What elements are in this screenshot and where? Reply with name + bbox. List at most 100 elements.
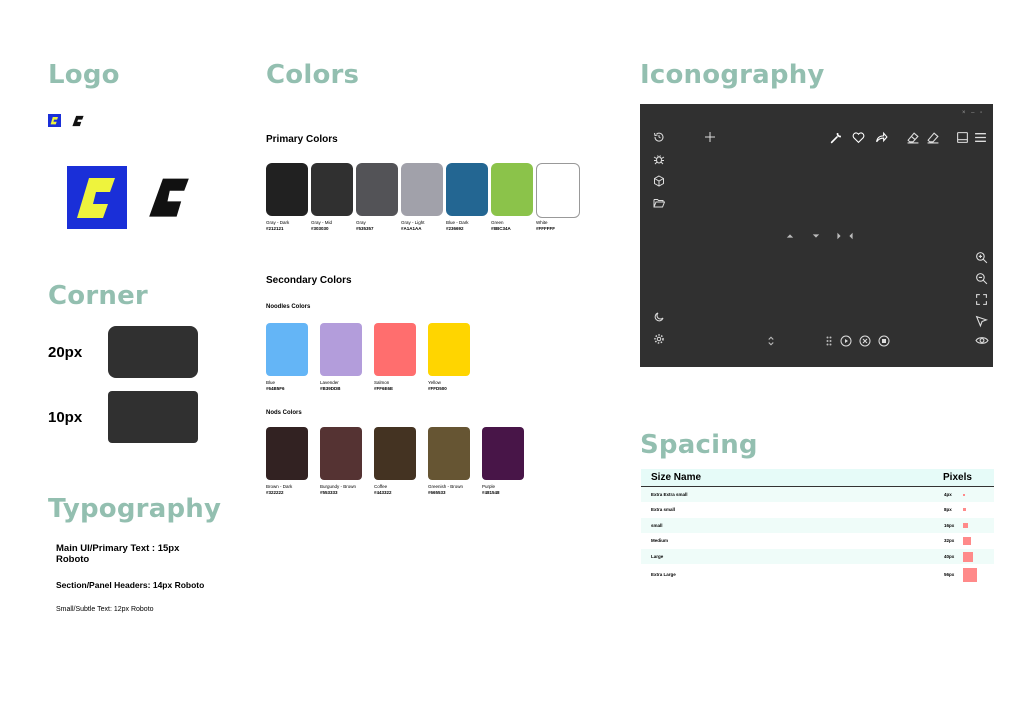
spacing-sample (963, 494, 965, 496)
logo-small-mono-icon (72, 115, 84, 127)
logo-large-mono-icon (149, 178, 189, 217)
spacing-table-header: Size Name Pixels (641, 469, 994, 487)
table-row: small 16px (641, 518, 994, 533)
eraser-alt-icon[interactable] (926, 131, 940, 144)
wrench-icon[interactable] (830, 131, 843, 144)
spacing-pixels: 8px (944, 507, 952, 512)
spacing-pixels: 32px (944, 538, 955, 543)
color-swatch (374, 427, 416, 480)
caret-left-icon[interactable] (847, 232, 855, 240)
table-row: Extra Large 56px (641, 565, 994, 585)
spacing-heading: Spacing (640, 430, 758, 460)
zoom-out-icon[interactable] (975, 272, 988, 285)
spacing-sample (963, 508, 966, 511)
color-hex: #665533 (428, 490, 446, 495)
iconography-panel: × – ▫ (640, 104, 993, 367)
logo-mark-large-icon (77, 178, 115, 218)
caret-right-icon[interactable] (835, 232, 843, 240)
color-swatch (320, 427, 362, 480)
gear-icon[interactable] (653, 333, 665, 345)
spacing-sample (963, 568, 977, 582)
color-swatch (482, 427, 524, 480)
color-hex: #B39DDB (320, 386, 341, 391)
color-swatch (266, 163, 308, 216)
share-icon[interactable] (875, 131, 888, 144)
spacing-size-name: Large (651, 554, 664, 559)
spacing-size-name: small (651, 523, 663, 528)
logo-large-color (67, 166, 127, 229)
chevron-updown-icon[interactable] (767, 335, 775, 347)
typography-small: Small/Subtle Text: 12px Roboto (56, 606, 154, 613)
color-hex: #481548 (482, 490, 500, 495)
typography-section: Section/Panel Headers: 14px Roboto (56, 580, 205, 590)
color-swatch (491, 163, 533, 216)
eraser-icon[interactable] (906, 131, 920, 144)
moon-icon[interactable] (653, 311, 665, 323)
caret-down-icon[interactable] (812, 232, 820, 240)
drag-handle-icon[interactable] (826, 336, 832, 346)
spacing-pixels: 40px (944, 554, 955, 559)
cube-icon[interactable] (653, 175, 665, 187)
color-swatch (266, 323, 308, 376)
bug-icon[interactable] (653, 153, 665, 165)
menu-icon[interactable] (974, 131, 987, 144)
play-icon[interactable] (840, 335, 852, 347)
corner-10-label: 10px (48, 409, 83, 426)
spacing-sample (963, 552, 973, 562)
noodles-colors-title: Noodles Colors (266, 304, 311, 310)
color-hex: #535357 (356, 226, 374, 231)
table-row: Extra Extra small 4px (641, 487, 994, 502)
col-pixels: Pixels (943, 472, 972, 483)
window-controls[interactable]: × – ▫ (962, 110, 984, 116)
spacing-size-name: Medium (651, 538, 669, 543)
color-hex: #303030 (311, 226, 329, 231)
heart-icon[interactable] (852, 131, 865, 144)
spacing-size-name: Extra Extra small (651, 492, 688, 497)
color-hex: #212121 (266, 226, 284, 231)
color-swatch (428, 427, 470, 480)
spacing-pixels: 16px (944, 523, 955, 528)
logo-heading: Logo (48, 60, 120, 90)
color-hex: #443322 (374, 490, 392, 495)
spacing-pixels: 56px (944, 572, 955, 577)
table-row: Extra small 8px (641, 502, 994, 517)
panel-icon[interactable] (956, 131, 969, 144)
color-swatch (266, 427, 308, 480)
col-size-name: Size Name (651, 472, 702, 483)
color-swatch (401, 163, 443, 216)
color-swatch (320, 323, 362, 376)
color-hex: #A1A1AA (401, 226, 422, 231)
iconography-heading: Iconography (640, 60, 825, 90)
folder-open-icon[interactable] (653, 197, 665, 209)
spacing-size-name: Extra small (651, 507, 676, 512)
typography-heading: Typography (48, 494, 222, 524)
color-hex: #FFD500 (428, 386, 447, 391)
eye-icon[interactable] (975, 334, 989, 347)
color-hex: #322222 (266, 490, 284, 495)
corner-10-sample (108, 391, 198, 443)
spacing-pixels: 4px (944, 492, 952, 497)
zoom-in-icon[interactable] (975, 251, 988, 264)
corner-20-sample (108, 326, 198, 378)
table-row: Large 40px (641, 549, 994, 564)
color-swatch (428, 323, 470, 376)
secondary-colors-title: Secondary Colors (266, 275, 352, 286)
color-swatch (311, 163, 353, 216)
primary-colors-title: Primary Colors (266, 134, 338, 145)
spacing-sample (963, 523, 968, 528)
spacing-sample (963, 537, 971, 545)
corner-heading: Corner (48, 281, 148, 311)
typography-main: Main UI/Primary Text : 15px Roboto (56, 543, 180, 565)
close-circle-icon[interactable] (859, 335, 871, 347)
color-swatch (374, 323, 416, 376)
color-swatch (536, 163, 580, 218)
stop-icon[interactable] (878, 335, 890, 347)
color-swatch (446, 163, 488, 216)
fullscreen-icon[interactable] (975, 293, 988, 306)
caret-up-icon[interactable] (786, 232, 794, 240)
plus-icon[interactable] (704, 131, 716, 143)
cursor-icon[interactable] (975, 315, 988, 328)
color-hex: #64B5F6 (266, 386, 285, 391)
nods-colors-title: Nods Colors (266, 410, 302, 416)
history-icon[interactable] (653, 131, 665, 143)
